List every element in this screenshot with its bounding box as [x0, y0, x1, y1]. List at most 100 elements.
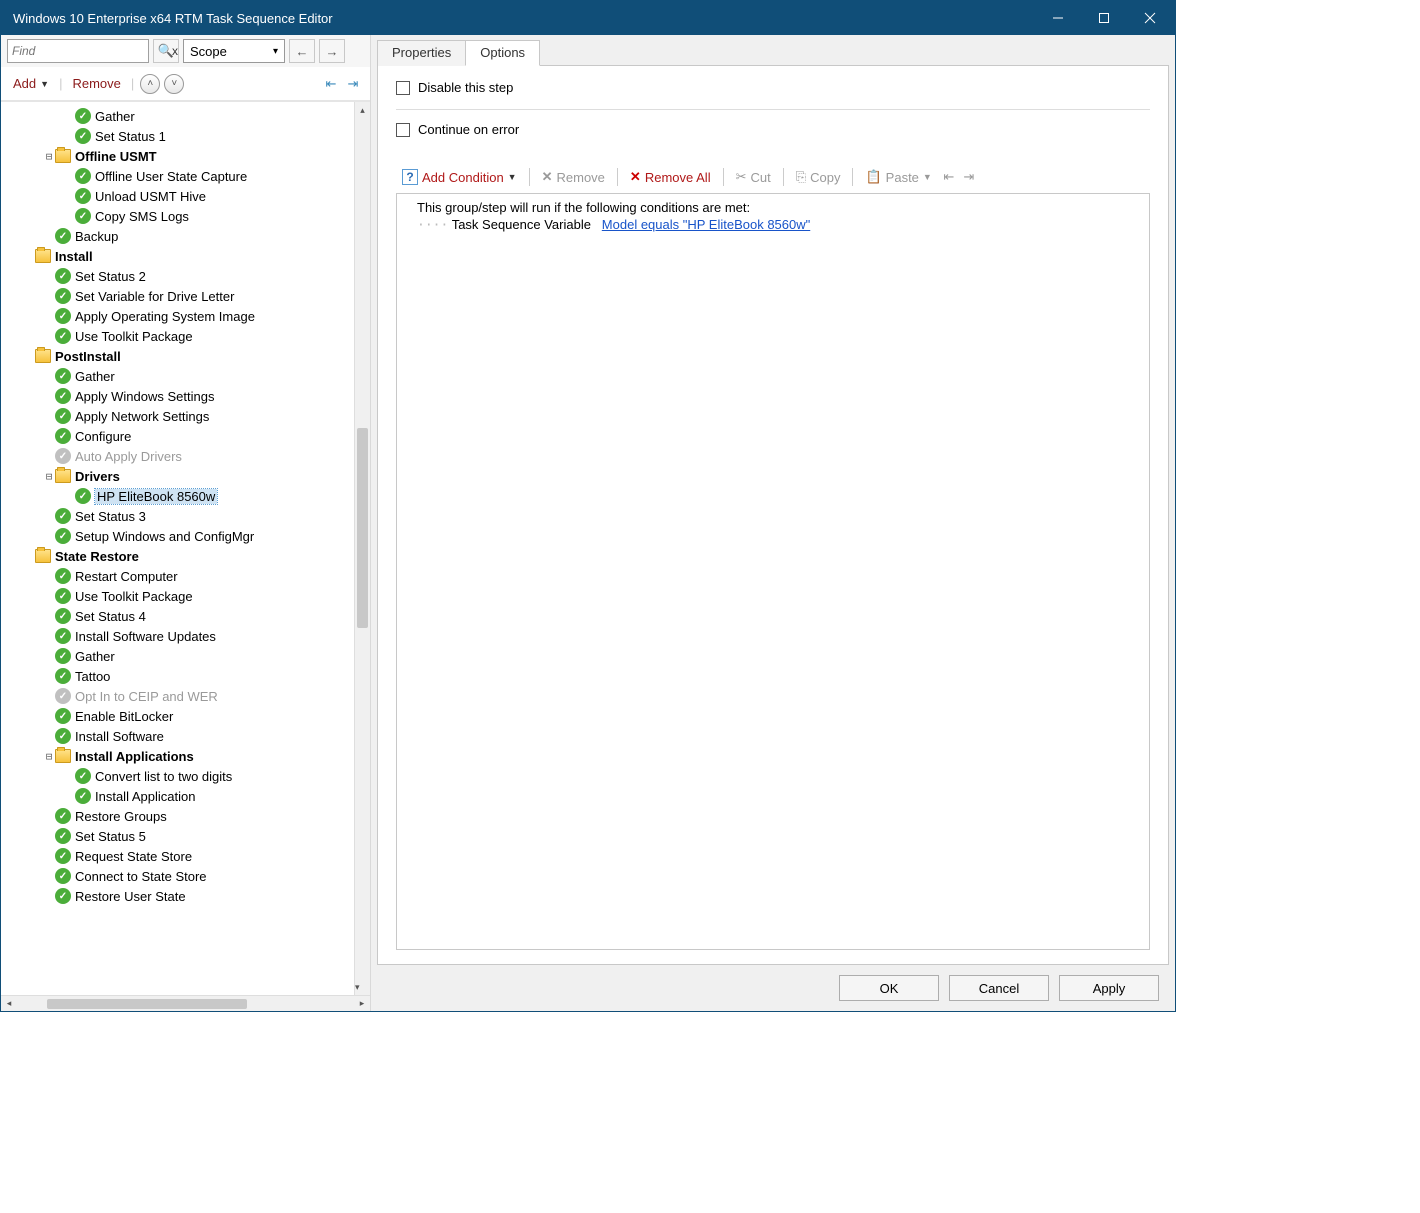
find-clear-icon[interactable]: x: [169, 44, 181, 58]
disable-step-label: Disable this step: [418, 80, 513, 95]
tree-item[interactable]: Gather: [3, 366, 352, 386]
tree-item-label: Install Software: [75, 729, 164, 744]
tree-item[interactable]: Unload USMT Hive: [3, 186, 352, 206]
vertical-scrollbar[interactable]: ▴ ▾: [354, 102, 370, 995]
collapse-icon[interactable]: ⊟: [43, 150, 55, 163]
ok-button[interactable]: OK: [839, 975, 939, 1001]
add-condition-button[interactable]: ? Add Condition ▼: [396, 167, 523, 187]
cond-copy-button[interactable]: ⎘ Copy: [790, 167, 847, 187]
move-down-button[interactable]: ˅: [164, 74, 184, 94]
tree-item[interactable]: Backup: [3, 226, 352, 246]
scroll-thumb-h[interactable]: [47, 999, 247, 1009]
tree-item[interactable]: Offline User State Capture: [3, 166, 352, 186]
conditions-box: This group/step will run if the followin…: [396, 193, 1150, 950]
search-toolbar: x 🔍 Scope ▾ ← →: [1, 35, 370, 67]
indent-icon[interactable]: ⇥: [344, 75, 362, 93]
find-box[interactable]: x: [7, 39, 149, 63]
tree-item[interactable]: Apply Network Settings: [3, 406, 352, 426]
tree-item-label: Set Status 5: [75, 829, 146, 844]
outdent-icon[interactable]: ⇤: [322, 75, 340, 93]
check-icon: [55, 828, 71, 844]
continue-on-error-checkbox[interactable]: [396, 123, 410, 137]
task-sequence-tree[interactable]: GatherSet Status 1⊟Offline USMTOffline U…: [1, 102, 354, 995]
tree-item[interactable]: Set Status 1: [3, 126, 352, 146]
tree-item-label: Request State Store: [75, 849, 192, 864]
scroll-left-icon[interactable]: ◂: [1, 996, 17, 1011]
tab-options[interactable]: Options: [465, 40, 540, 66]
condition-link[interactable]: Model equals "HP EliteBook 8560w": [602, 217, 810, 232]
find-input[interactable]: [12, 44, 169, 58]
left-panel: x 🔍 Scope ▾ ← → Add ▼ | Remove | ˄: [1, 35, 371, 1011]
tree-item[interactable]: ⊟Install Applications: [3, 746, 352, 766]
tree-item[interactable]: Set Status 3: [3, 506, 352, 526]
scroll-thumb[interactable]: [357, 428, 368, 628]
tree-item[interactable]: Configure: [3, 426, 352, 446]
collapse-icon[interactable]: ⊟: [43, 470, 55, 483]
tree-item[interactable]: Restart Computer: [3, 566, 352, 586]
tree-item-label: Offline USMT: [75, 149, 157, 164]
tree-item[interactable]: Use Toolkit Package: [3, 586, 352, 606]
check-icon: [55, 848, 71, 864]
tree-item[interactable]: Apply Windows Settings: [3, 386, 352, 406]
tree-item[interactable]: Tattoo: [3, 666, 352, 686]
tree-item[interactable]: Restore Groups: [3, 806, 352, 826]
remove-button[interactable]: Remove: [68, 74, 124, 93]
outdent-icon[interactable]: ⇤: [940, 168, 958, 186]
nav-back-button[interactable]: ←: [289, 39, 315, 63]
tree-item[interactable]: HP EliteBook 8560w: [3, 486, 352, 506]
tree-item[interactable]: Install Software: [3, 726, 352, 746]
scroll-up-icon[interactable]: ▴: [355, 102, 370, 118]
cancel-button[interactable]: Cancel: [949, 975, 1049, 1001]
tree-item[interactable]: PostInstall: [3, 346, 352, 366]
tree-item[interactable]: Set Status 4: [3, 606, 352, 626]
tree-item[interactable]: Connect to State Store: [3, 866, 352, 886]
chevron-down-icon: ▼: [923, 172, 932, 182]
minimize-button[interactable]: [1035, 2, 1081, 34]
cond-remove-button[interactable]: ✕ Remove: [536, 167, 611, 187]
tree-item[interactable]: Use Toolkit Package: [3, 326, 352, 346]
tree-item-label: Use Toolkit Package: [75, 589, 193, 604]
tree-item[interactable]: Install Software Updates: [3, 626, 352, 646]
tree-item[interactable]: Set Variable for Drive Letter: [3, 286, 352, 306]
tree-item[interactable]: Set Status 2: [3, 266, 352, 286]
tree-item[interactable]: Request State Store: [3, 846, 352, 866]
condition-row[interactable]: ···· Task Sequence Variable Model equals…: [407, 217, 1139, 233]
nav-forward-button[interactable]: →: [319, 39, 345, 63]
tree-item[interactable]: Apply Operating System Image: [3, 306, 352, 326]
check-icon: [55, 268, 71, 284]
apply-button[interactable]: Apply: [1059, 975, 1159, 1001]
tree-item[interactable]: Opt In to CEIP and WER: [3, 686, 352, 706]
disable-step-checkbox[interactable]: [396, 81, 410, 95]
scope-dropdown[interactable]: Scope ▾: [183, 39, 285, 63]
folder-icon: [35, 349, 51, 363]
tree-item[interactable]: Install: [3, 246, 352, 266]
tree-item[interactable]: Gather: [3, 646, 352, 666]
check-icon: [55, 288, 71, 304]
tree-item[interactable]: Convert list to two digits: [3, 766, 352, 786]
move-up-button[interactable]: ˄: [140, 74, 160, 94]
tree-item[interactable]: Set Status 5: [3, 826, 352, 846]
tree-item[interactable]: Restore User State: [3, 886, 352, 906]
close-button[interactable]: [1127, 2, 1173, 34]
scroll-right-icon[interactable]: ▸: [354, 996, 370, 1011]
tree-item[interactable]: Setup Windows and ConfigMgr: [3, 526, 352, 546]
tree-item[interactable]: ⊟Drivers: [3, 466, 352, 486]
tree-item[interactable]: Copy SMS Logs: [3, 206, 352, 226]
add-button[interactable]: Add ▼: [9, 74, 53, 93]
tab-properties[interactable]: Properties: [377, 40, 466, 66]
horizontal-scrollbar[interactable]: ◂ ▸: [1, 995, 370, 1011]
indent-icon[interactable]: ⇥: [960, 168, 978, 186]
cond-paste-button[interactable]: 📋 Paste ▼: [859, 167, 937, 187]
x-icon: ✕: [542, 169, 553, 185]
tree-item[interactable]: State Restore: [3, 546, 352, 566]
tree-item[interactable]: Install Application: [3, 786, 352, 806]
tree-item[interactable]: Gather: [3, 106, 352, 126]
collapse-icon[interactable]: ⊟: [43, 750, 55, 763]
cond-cut-button[interactable]: ✂ Cut: [730, 167, 777, 187]
scroll-down-icon[interactable]: ▾: [355, 979, 360, 995]
tree-item[interactable]: ⊟ Offline USMT: [3, 146, 352, 166]
maximize-button[interactable]: [1081, 2, 1127, 34]
cond-remove-all-button[interactable]: ✕ Remove All: [624, 167, 717, 187]
tree-item[interactable]: Enable BitLocker: [3, 706, 352, 726]
tree-item[interactable]: Auto Apply Drivers: [3, 446, 352, 466]
